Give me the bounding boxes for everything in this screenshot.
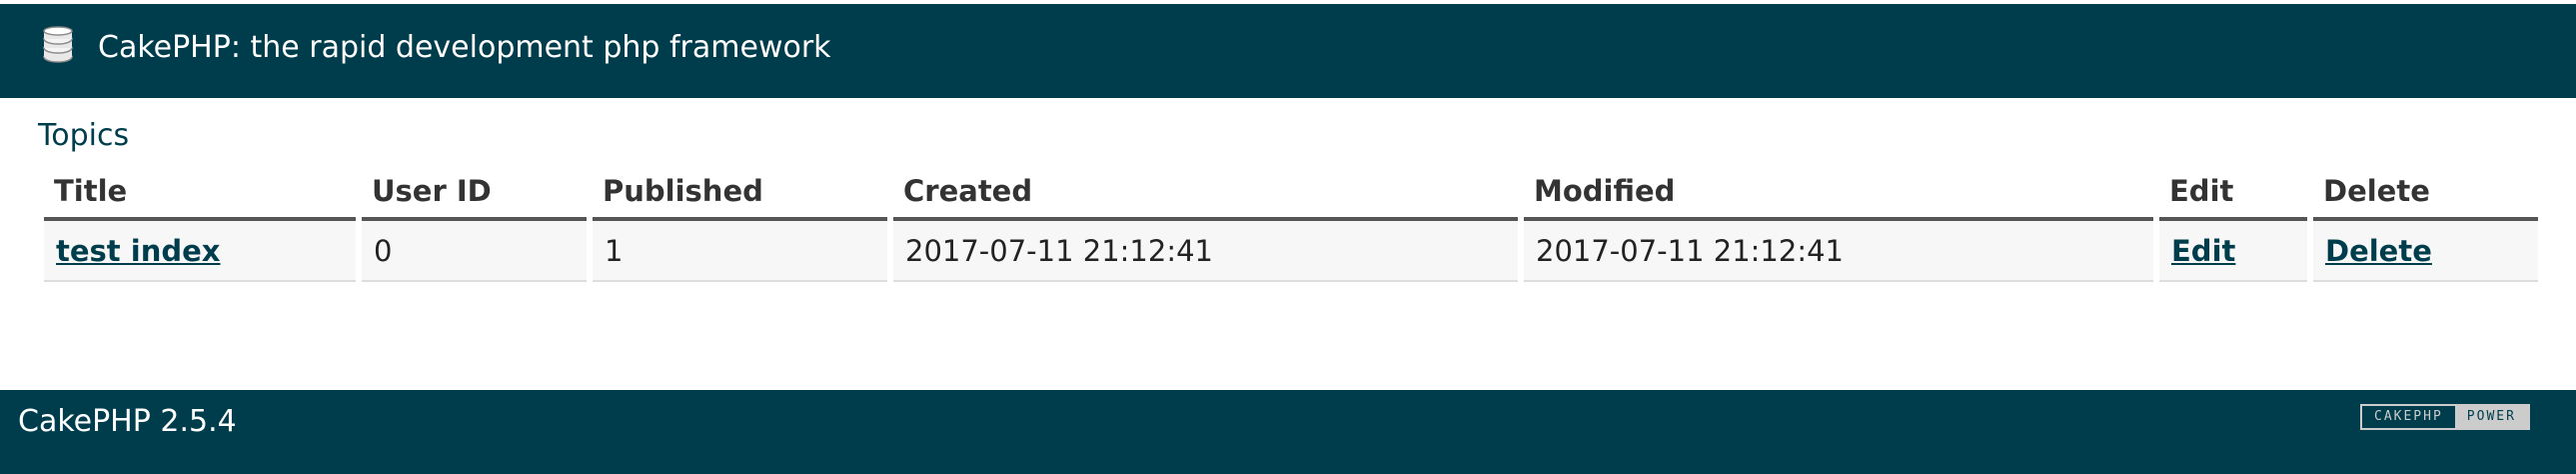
delete-link[interactable]: Delete (2325, 234, 2432, 268)
topic-title-link[interactable]: test index (56, 234, 220, 268)
page-heading: Topics (38, 118, 130, 153)
cakephp-power-badge[interactable]: CAKEPHP POWER (2360, 404, 2530, 430)
cell-edit: Edit (2159, 221, 2307, 282)
column-header-published[interactable]: Published (593, 171, 887, 221)
cell-user-id: 0 (362, 221, 587, 282)
column-header-edit: Edit (2159, 171, 2307, 221)
cake-stack-icon (43, 26, 73, 63)
page: CakePHP: the rapid development php frame… (0, 0, 2576, 474)
column-header-title[interactable]: Title (44, 171, 356, 221)
app-title: CakePHP: the rapid development php frame… (98, 30, 831, 65)
cell-created: 2017-07-11 21:12:41 (893, 221, 1518, 282)
main-content: Topics Title User ID Published Created M… (0, 98, 2576, 390)
header-bar: CakePHP: the rapid development php frame… (0, 0, 2576, 98)
edit-link[interactable]: Edit (2171, 234, 2235, 268)
table-header-row: Title User ID Published Created Modified… (44, 171, 2538, 221)
table-row: test index 0 1 2017-07-11 21:12:41 2017-… (44, 221, 2538, 282)
cell-modified: 2017-07-11 21:12:41 (1524, 221, 2153, 282)
cell-delete: Delete (2313, 221, 2538, 282)
badge-left-text: CAKEPHP (2362, 406, 2455, 428)
column-header-modified[interactable]: Modified (1524, 171, 2153, 221)
column-header-created[interactable]: Created (893, 171, 1518, 221)
badge-right-text: POWER (2454, 406, 2528, 428)
framework-version: CakePHP 2.5.4 (18, 404, 237, 439)
footer-bar: CakePHP 2.5.4 CAKEPHP POWER (0, 390, 2576, 474)
column-header-delete: Delete (2313, 171, 2538, 221)
topics-table: Title User ID Published Created Modified… (38, 171, 2544, 282)
column-header-user-id[interactable]: User ID (362, 171, 587, 221)
cell-title: test index (44, 221, 356, 282)
cell-published: 1 (593, 221, 887, 282)
